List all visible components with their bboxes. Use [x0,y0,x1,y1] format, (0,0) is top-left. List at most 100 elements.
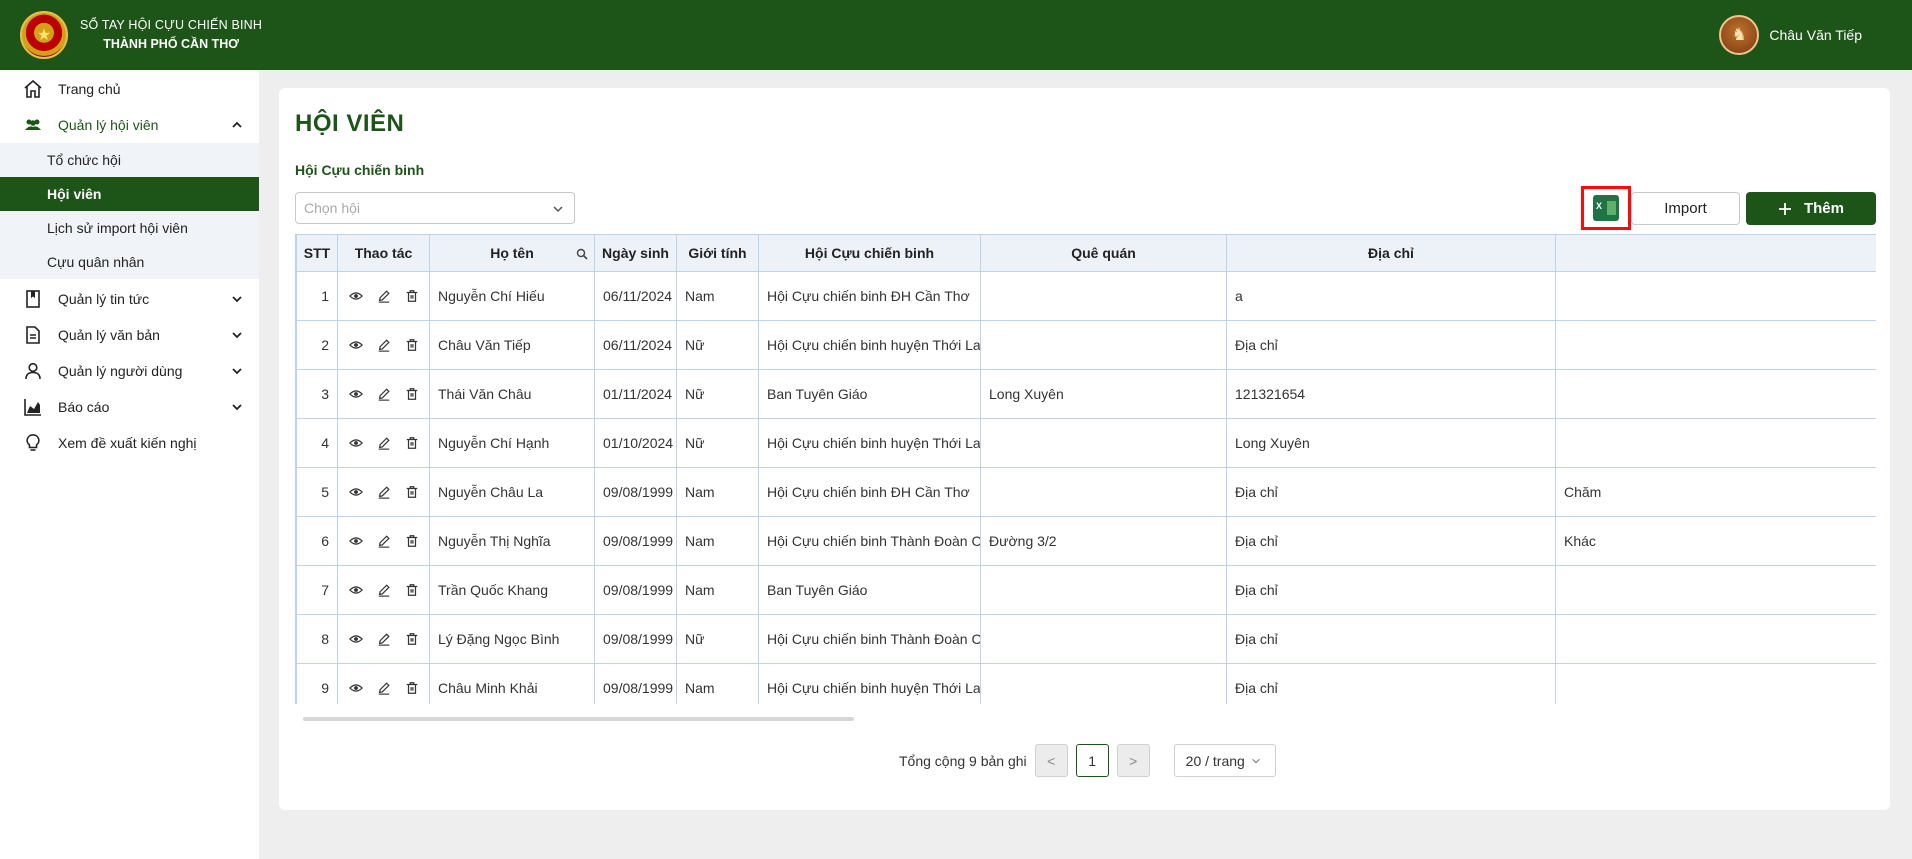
table-row[interactable]: 7 Trần Quốc Khang 09/08/1999 Nam Ban Tuyên G… [296,565,1876,615]
sidebar-item-suggestions[interactable]: Xem đề xuất kiến nghị [0,425,259,461]
view-icon[interactable] [348,583,363,597]
lightbulb-icon [22,432,44,454]
cell-name: Thái Văn Châu [429,369,595,419]
cell-extra [1555,565,1876,615]
cell-hometown: Đường 3/2 [980,516,1227,566]
view-icon[interactable] [348,681,363,695]
top-header: ★ SỔ TAY HỘI CỰU CHIẾN BINH THÀNH PHỐ CẦ… [0,0,1912,70]
delete-icon[interactable] [405,632,419,646]
cell-stt: 4 [296,418,338,468]
edit-icon[interactable] [377,485,391,499]
cell-extra [1555,418,1876,468]
view-icon[interactable] [348,289,363,303]
sidebar-item-news[interactable]: Quản lý tin tức [0,281,259,317]
sidebar-item-organizations[interactable]: Tổ chức hội [0,143,259,177]
delete-icon[interactable] [405,485,419,499]
delete-icon[interactable] [405,387,419,401]
edit-icon[interactable] [377,289,391,303]
brand[interactable]: ★ SỔ TAY HỘI CỰU CHIẾN BINH THÀNH PHỐ CẦ… [20,11,262,59]
add-button[interactable]: Thêm [1746,192,1876,225]
sidebar-item-members-list[interactable]: Hội viên [0,177,259,211]
import-button[interactable]: Import [1631,192,1740,225]
members-table-container[interactable]: STT Thao tác Họ tên Ngày sinh Giới tính … [295,234,1876,704]
cell-extra [1555,320,1876,370]
sidebar-item-users[interactable]: Quản lý người dùng [0,353,259,389]
user-icon [22,360,44,382]
edit-icon[interactable] [377,632,391,646]
view-icon[interactable] [348,632,363,646]
table-row[interactable]: 4 Nguyễn Chí Hạnh 01/10/2024 Nữ Hội Cựu chiế… [296,418,1876,468]
chevron-down-icon [231,328,243,344]
delete-icon[interactable] [405,289,419,303]
sidebar-item-veterans[interactable]: Cựu quân nhân [0,245,259,279]
cell-actions [337,271,430,321]
table-row[interactable]: 8 Lý Đặng Ngọc Bình 09/08/1999 Nữ Hội Cựu ch… [296,614,1876,664]
page-size-select[interactable]: 20 / trang [1173,744,1276,777]
cell-hometown [980,614,1227,664]
cell-hometown [980,663,1227,704]
delete-icon[interactable] [405,436,419,450]
horizontal-scrollbar[interactable] [303,717,854,721]
edit-icon[interactable] [377,534,391,548]
next-page-button[interactable]: > [1116,744,1150,777]
user-name: Châu Văn Tiếp [1769,27,1862,43]
export-excel-button[interactable] [1581,186,1631,230]
view-icon[interactable] [348,338,363,352]
delete-icon[interactable] [405,681,419,695]
cell-stt: 9 [296,663,338,704]
members-submenu: Tổ chức hội Hội viên Lịch sử import hội … [0,143,259,279]
edit-icon[interactable] [377,436,391,450]
sidebar-item-members[interactable]: Quản lý hội viên [0,107,259,143]
content-card: HỘI VIÊN Hội Cựu chiến binh Chọn hội Imp… [279,88,1890,810]
table-header-row: STT Thao tác Họ tên Ngày sinh Giới tính … [296,234,1876,272]
col-extra [1555,234,1876,272]
cell-association: Hội Cựu chiến binh ĐH Cần Thơ [758,271,981,321]
cell-name: Trần Quốc Khang [429,565,595,615]
view-icon[interactable] [348,485,363,499]
table-row[interactable]: 9 Châu Minh Khải 09/08/1999 Nam Hội Cựu chiế… [296,663,1876,704]
user-menu[interactable]: ♞ Châu Văn Tiếp [1719,15,1862,55]
edit-icon[interactable] [377,338,391,352]
chevron-down-icon [231,292,243,308]
cell-name: Châu Minh Khải [429,663,595,704]
sidebar-item-import-history[interactable]: Lịch sử import hội viên [0,211,259,245]
table-row[interactable]: 1 Nguyễn Chí Hiếu 06/11/2024 Nam Hội Cựu chi… [296,271,1876,321]
table-row[interactable]: 2 Châu Văn Tiếp 06/11/2024 Nữ Hội Cựu chiến … [296,320,1876,370]
table-row[interactable]: 3 Thái Văn Châu 01/11/2024 Nữ Ban Tuyên Giáo… [296,369,1876,419]
members-table: STT Thao tác Họ tên Ngày sinh Giới tính … [296,234,1876,704]
association-select[interactable]: Chọn hội [295,192,575,224]
sidebar-item-documents[interactable]: Quản lý văn bản [0,317,259,353]
edit-icon[interactable] [377,387,391,401]
cell-association: Ban Tuyên Giáo [758,565,981,615]
cell-hometown [980,320,1227,370]
cell-gender: Nữ [676,369,759,419]
cell-extra [1555,663,1876,704]
edit-icon[interactable] [377,583,391,597]
cell-dob: 01/10/2024 [594,418,677,468]
sidebar-item-reports[interactable]: Báo cáo [0,389,259,425]
cell-hometown: Long Xuyên [980,369,1227,419]
search-icon[interactable] [576,247,588,263]
view-icon[interactable] [348,436,363,450]
cell-actions [337,565,430,615]
cell-hometown [980,271,1227,321]
view-icon[interactable] [348,534,363,548]
sidebar-item-home[interactable]: Trang chủ [0,71,259,107]
delete-icon[interactable] [405,338,419,352]
prev-page-button[interactable]: < [1034,744,1068,777]
col-name: Họ tên [429,234,595,272]
col-association: Hội Cựu chiến binh [758,234,981,272]
cell-association: Hội Cựu chiến binh huyện Thới Lai [758,663,981,704]
view-icon[interactable] [348,387,363,401]
delete-icon[interactable] [405,583,419,597]
edit-icon[interactable] [377,681,391,695]
cell-dob: 01/11/2024 [594,369,677,419]
delete-icon[interactable] [405,534,419,548]
table-row[interactable]: 5 Nguyễn Châu La 09/08/1999 Nam Hội Cựu chiế… [296,467,1876,517]
chevron-down-icon [231,400,243,416]
cell-gender: Nam [676,271,759,321]
table-row[interactable]: 6 Nguyễn Thị Nghĩa 09/08/1999 Nam Hội Cựu ch… [296,516,1876,566]
cell-name: Nguyễn Chí Hiếu [429,271,595,321]
cell-gender: Nam [676,663,759,704]
page-1-button[interactable]: 1 [1075,744,1109,777]
